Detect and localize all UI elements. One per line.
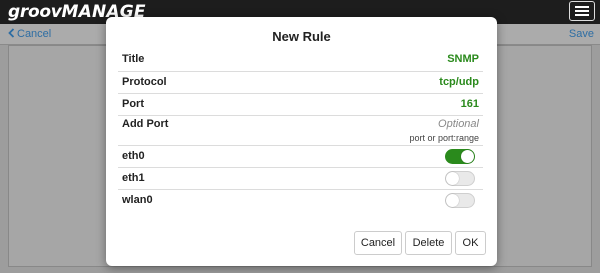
field-value[interactable]: tcp/udp	[439, 76, 479, 88]
interface-label: eth1	[122, 172, 145, 184]
field-value[interactable]: 161	[461, 98, 479, 110]
delete-button[interactable]: Delete	[405, 231, 452, 255]
add-port-input[interactable]: Optional	[438, 118, 479, 130]
cancel-link-label: Cancel	[17, 28, 52, 40]
toggle-knob	[446, 172, 459, 185]
interface-row-eth1: eth1	[118, 168, 483, 190]
field-label: Add Port	[122, 118, 169, 130]
interface-row-eth0: eth0	[118, 146, 483, 168]
dialog-title: New Rule	[272, 29, 331, 44]
field-label: Title	[122, 53, 145, 65]
toggle-knob	[446, 194, 459, 207]
interface-label: eth0	[122, 150, 145, 162]
field-row-port[interactable]: Port 161	[118, 94, 483, 116]
interface-row-wlan0: wlan0	[118, 190, 483, 211]
eth0-toggle[interactable]	[445, 149, 475, 164]
save-link[interactable]: Save	[569, 27, 594, 41]
toggle-knob	[461, 150, 474, 163]
hamburger-menu-icon[interactable]	[569, 1, 595, 21]
cancel-button[interactable]: Cancel	[354, 231, 402, 255]
field-row-add-port[interactable]: Add Port Optional port or port:range	[118, 116, 483, 146]
eth1-toggle[interactable]	[445, 171, 475, 186]
wlan0-toggle[interactable]	[445, 193, 475, 208]
new-rule-dialog: New Rule Title SNMP Protocol tcp/udp Por…	[106, 17, 497, 266]
interface-label: wlan0	[122, 194, 153, 206]
field-row-title[interactable]: Title SNMP	[118, 50, 483, 72]
field-hint: port or port:range	[409, 133, 479, 143]
cancel-link[interactable]: Cancel	[8, 27, 51, 41]
field-label: Port	[122, 98, 144, 110]
field-row-protocol[interactable]: Protocol tcp/udp	[118, 72, 483, 94]
chevron-left-icon	[8, 28, 15, 38]
field-label: Protocol	[122, 76, 167, 88]
ok-button[interactable]: OK	[455, 231, 486, 255]
field-value[interactable]: SNMP	[447, 53, 479, 65]
